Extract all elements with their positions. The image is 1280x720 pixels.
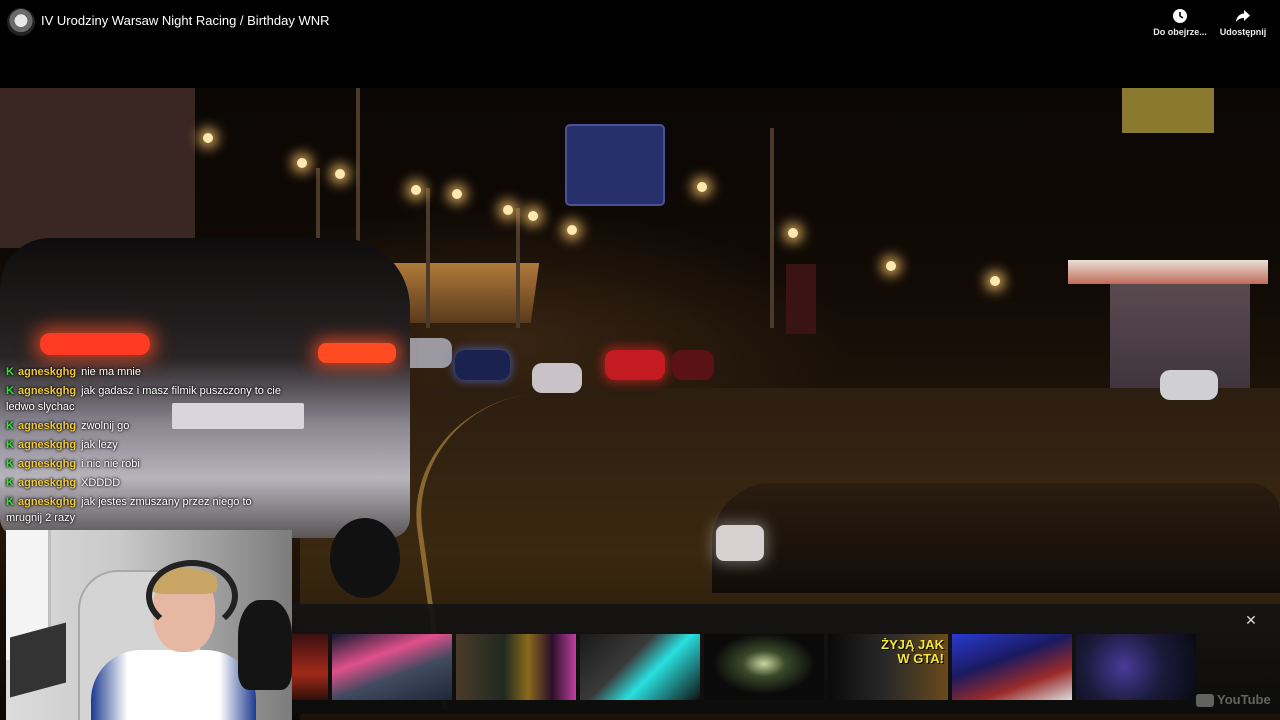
street-lamp: [528, 211, 538, 221]
video-thumbnail[interactable]: [456, 634, 576, 700]
top-bar: IV Urodziny Warsaw Night Racing / Birthd…: [0, 0, 1280, 88]
yellow-sign: [1122, 88, 1214, 133]
taillight: [318, 343, 396, 363]
thumbnail-title-overlay: ŻYJĄ JAK W GTA!: [881, 637, 944, 666]
street-lamp: [503, 205, 513, 215]
foreground-car-right: [712, 483, 1280, 593]
gas-station-roof: [1068, 260, 1268, 284]
chat-username: agneskghg: [18, 420, 77, 432]
chat-text: zwolnij go: [81, 420, 130, 432]
share-button[interactable]: Udostępnij: [1210, 8, 1276, 37]
chat-message: Kagneskghg i nic nie robi: [6, 456, 286, 472]
street-lamp: [788, 228, 798, 238]
kick-badge-icon: K: [6, 458, 14, 470]
video-thumbnail[interactable]: [704, 634, 824, 700]
direction-sign: [565, 124, 665, 206]
distant-car: [532, 363, 582, 393]
watch-later-button[interactable]: Do obejrze...: [1147, 8, 1213, 37]
taillight: [40, 333, 150, 355]
video-thumbnail[interactable]: [332, 634, 452, 700]
distant-car: [672, 350, 714, 380]
close-icon[interactable]: ✕: [1243, 612, 1259, 628]
kick-badge-icon: K: [6, 496, 14, 508]
distant-car: [455, 350, 510, 380]
street-lamp: [452, 189, 462, 199]
chat-message: Kagneskghg jak lezy: [6, 437, 286, 453]
chat-username: agneskghg: [18, 439, 77, 451]
chat-text: jak lezy: [81, 439, 118, 451]
street-lamp: [567, 225, 577, 235]
street-lamp: [990, 276, 1000, 286]
fuel-price-sign: [786, 264, 816, 334]
chat-message: Kagneskghg jak jestes zmuszany przez nieg…: [6, 494, 286, 526]
chat-username: agneskghg: [18, 458, 77, 470]
street-lamp: [886, 261, 896, 271]
channel-avatar[interactable]: [7, 8, 35, 36]
youtube-watermark[interactable]: YouTube: [1196, 692, 1271, 708]
kick-badge-icon: K: [6, 420, 14, 432]
video-thumbnail[interactable]: [1076, 634, 1196, 700]
street-lamp: [203, 133, 213, 143]
chat-message: Kagneskghg nie ma mnie: [6, 364, 286, 380]
streamer-hoodie: [91, 650, 256, 720]
distant-car: [605, 350, 665, 380]
pole: [516, 208, 520, 328]
share-label: Udostępnij: [1219, 27, 1267, 37]
chat-message: Kagneskghg XDDDD: [6, 475, 286, 491]
youtube-wordmark: YouTube: [1217, 692, 1271, 707]
street-lamp: [411, 185, 421, 195]
chat-text: nie ma mnie: [81, 366, 141, 378]
share-arrow-icon: [1236, 10, 1250, 22]
pole: [426, 188, 430, 328]
chat-username: agneskghg: [18, 496, 77, 508]
wheel: [330, 518, 400, 598]
headphones: [146, 560, 238, 632]
chat-text: i nic nie robi: [81, 458, 140, 470]
kick-badge-icon: K: [6, 366, 14, 378]
video-thumbnail[interactable]: ŻYJĄ JAK W GTA!: [828, 634, 948, 700]
kick-badge-icon: K: [6, 477, 14, 489]
video-thumbnail[interactable]: [292, 634, 328, 700]
chat-username: agneskghg: [18, 477, 77, 489]
chat-overlay: Kagneskghg nie ma mnie Kagneskghg jak gada…: [6, 364, 286, 529]
webcam-feed: [6, 530, 292, 720]
video-thumbnail[interactable]: [952, 634, 1072, 700]
street-lamp: [697, 182, 707, 192]
chat-username: agneskghg: [18, 385, 77, 397]
car-headlight: [716, 525, 764, 561]
video-title[interactable]: IV Urodziny Warsaw Night Racing / Birthd…: [41, 13, 330, 28]
street-lamp: [297, 158, 307, 168]
kick-badge-icon: K: [6, 439, 14, 451]
video-thumbnail[interactable]: [580, 634, 700, 700]
kick-badge-icon: K: [6, 385, 14, 397]
microphone: [238, 600, 292, 690]
chat-message: Kagneskghg jak gadasz i masz filmik puszc…: [6, 383, 286, 415]
chat-username: agneskghg: [18, 366, 77, 378]
chat-text: XDDDD: [81, 477, 121, 489]
distant-car: [1160, 370, 1218, 400]
chat-message: Kagneskghg zwolnij go: [6, 418, 286, 434]
pole: [770, 128, 774, 328]
watch-later-label: Do obejrze...: [1153, 27, 1207, 37]
street-lamp: [335, 169, 345, 179]
clock-icon: [1173, 9, 1187, 23]
youtube-play-icon: [1196, 694, 1214, 708]
building-left: [0, 88, 195, 248]
